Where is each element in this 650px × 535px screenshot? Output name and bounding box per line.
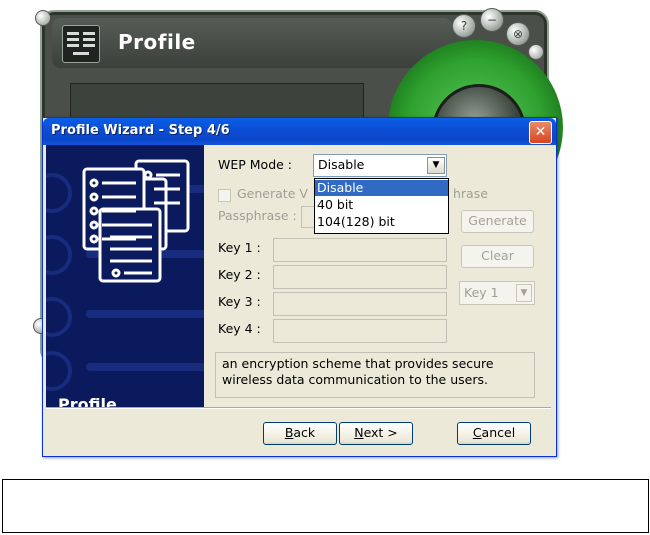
side-panel-label: Profile [58,395,117,407]
wep-mode-label: WEP Mode : [218,157,293,172]
generate-checkbox-label: Generate V [237,186,308,201]
cancel-button[interactable]: Cancel [457,422,531,445]
wep-mode-value: Disable [318,157,365,172]
profile-app-icon [62,25,100,63]
wep-mode-select[interactable]: Disable ▼ [313,154,447,177]
generate-checkbox-label-tail: hrase [453,186,488,201]
disc-knob [528,44,544,60]
key-1-label: Key 1 : [218,240,261,255]
key-4-input[interactable] [273,319,447,343]
key-3-label: Key 3 : [218,294,261,309]
clear-button[interactable]: Clear [461,245,534,268]
footer-separator [46,407,551,409]
wizard-side-panel: Profile [46,145,204,407]
key-1-input[interactable] [273,238,447,262]
dialog-titlebar[interactable]: Profile Wizard - Step 4/6 ✕ [43,118,556,145]
caption-box [2,479,649,533]
description-text: an encryption scheme that provides secur… [222,356,494,387]
passphrase-label: Passphrase : [218,208,297,223]
key-4-label: Key 4 : [218,321,261,336]
key-2-input[interactable] [273,265,447,289]
next-button[interactable]: Next > [339,422,413,445]
window-corner-knob [35,10,51,26]
key-2-label: Key 2 : [218,267,261,282]
chevron-down-icon[interactable]: ▼ [427,157,445,174]
key-3-input[interactable] [273,292,447,316]
dialog-close-button[interactable]: ✕ [529,121,552,144]
close-window-button[interactable]: ⊗ [506,22,530,46]
wep-option-104-bit[interactable]: 104(128) bit [315,214,448,230]
app-title: Profile [118,30,196,54]
documents-icon [82,159,190,283]
default-key-value: Key 1 [464,285,499,300]
dialog-title: Profile Wizard - Step 4/6 [51,123,230,138]
description-box: an encryption scheme that provides secur… [215,352,535,398]
help-window-button[interactable]: ? [452,14,476,38]
wep-option-40-bit[interactable]: 40 bit [315,197,448,213]
wep-mode-dropdown-list: Disable 40 bit 104(128) bit [314,178,449,234]
profile-wizard-dialog: Profile Wizard - Step 4/6 ✕ Profile WEP … [42,117,557,457]
app-header [52,18,452,68]
generate-button[interactable]: Generate [461,210,534,233]
wep-option-disable[interactable]: Disable [315,180,448,196]
default-key-select[interactable]: Key 1 ▼ [459,281,535,305]
back-button[interactable]: Back [263,422,337,445]
minimize-window-button[interactable]: − [480,8,504,32]
generate-passphrase-checkbox[interactable] [218,189,231,202]
chevron-down-icon[interactable]: ▼ [516,284,532,302]
